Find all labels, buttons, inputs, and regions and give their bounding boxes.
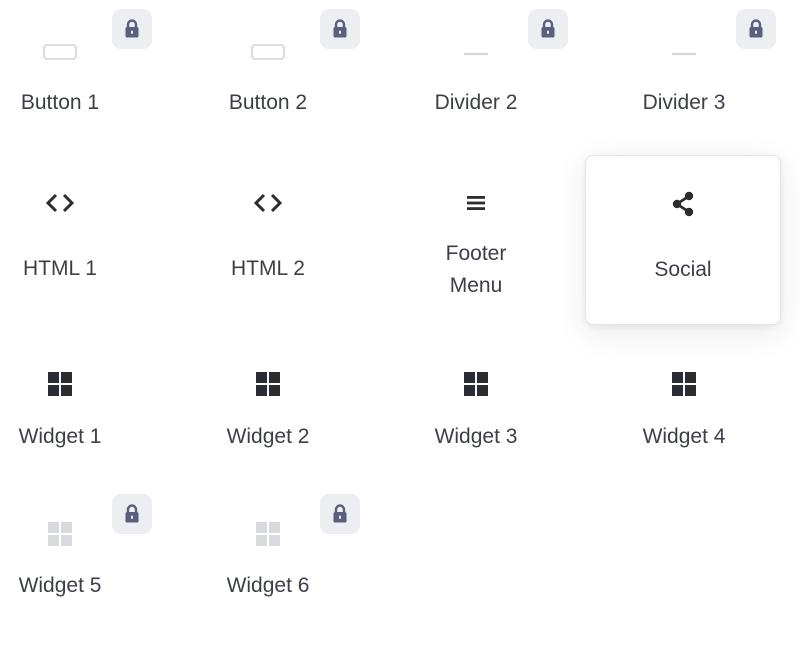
- widget-label: Button 2: [228, 91, 308, 114]
- widget-label: Widget 2: [226, 425, 310, 448]
- lock-badge: [736, 9, 776, 49]
- code-brackets-icon: [0, 183, 158, 223]
- lock-icon: [332, 19, 348, 39]
- widget-grid-icon: [170, 364, 366, 404]
- widget-label: HTML 1: [23, 257, 97, 280]
- widget-label: Widget 6: [226, 574, 310, 597]
- widget-tile-button-2[interactable]: Button 2: [170, 0, 366, 154]
- widget-tile-html-1[interactable]: HTML 1: [0, 155, 158, 325]
- lock-icon: [124, 504, 140, 524]
- lock-badge: [528, 9, 568, 49]
- widget-label: Social: [654, 258, 712, 281]
- widget-tile-html-2[interactable]: HTML 2: [170, 155, 366, 325]
- widget-label: Divider 3: [642, 91, 726, 114]
- widget-palette-grid: Button 1 Button 2 Divider 2 Divider 3 HT…: [0, 0, 800, 600]
- widget-tile-button-1[interactable]: Button 1: [0, 0, 158, 154]
- share-icon: [586, 184, 780, 224]
- widget-grid-icon: [378, 364, 574, 404]
- widget-tile-divider-2[interactable]: Divider 2: [378, 0, 574, 154]
- widget-grid-icon: [586, 364, 782, 404]
- widget-label: Divider 2: [434, 91, 518, 114]
- hamburger-menu-icon: [378, 183, 574, 223]
- lock-badge: [320, 494, 360, 534]
- widget-tile-footer-menu[interactable]: Footer Menu: [378, 155, 574, 325]
- widget-tile-widget-3[interactable]: Widget 3: [378, 348, 574, 518]
- widget-tile-widget-5[interactable]: Widget 5: [0, 478, 158, 648]
- widget-tile-widget-4[interactable]: Widget 4: [586, 348, 782, 518]
- lock-icon: [540, 19, 556, 39]
- widget-tile-divider-3[interactable]: Divider 3: [586, 0, 782, 154]
- widget-label: Widget 4: [642, 425, 726, 448]
- lock-icon: [124, 19, 140, 39]
- widget-label: HTML 2: [231, 257, 305, 280]
- lock-badge: [112, 9, 152, 49]
- widget-label: Button 1: [20, 91, 100, 114]
- lock-badge: [320, 9, 360, 49]
- lock-icon: [748, 19, 764, 39]
- widget-tile-widget-6[interactable]: Widget 6: [170, 478, 366, 648]
- widget-grid-icon: [0, 364, 158, 404]
- widget-label: Footer Menu: [445, 242, 507, 297]
- lock-icon: [332, 504, 348, 524]
- widget-label: Widget 5: [18, 574, 102, 597]
- lock-badge: [112, 494, 152, 534]
- widget-label: Widget 3: [434, 425, 518, 448]
- code-brackets-icon: [170, 183, 366, 223]
- widget-label: Widget 1: [18, 425, 102, 448]
- widget-tile-social[interactable]: Social: [585, 155, 781, 325]
